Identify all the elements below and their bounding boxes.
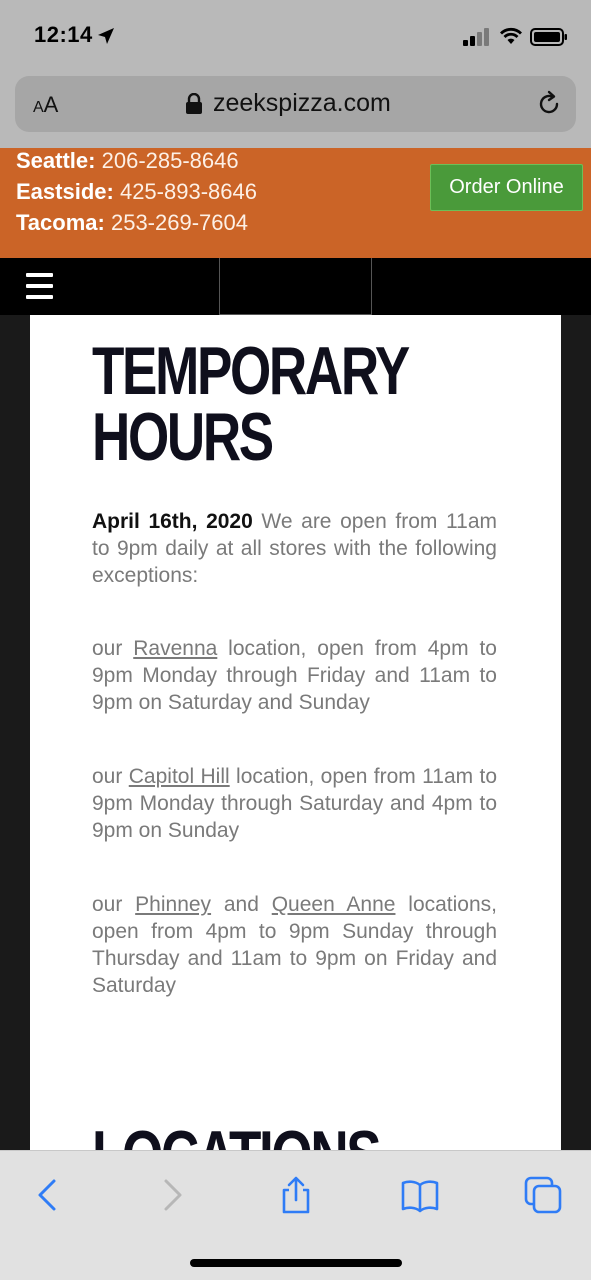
bookmarks-icon[interactable] bbox=[400, 1175, 440, 1215]
text: our bbox=[92, 765, 129, 788]
page-title-line1: TEMPORARY bbox=[92, 333, 410, 409]
phone-number[interactable]: 425-893-8646 bbox=[120, 179, 257, 204]
location-arrow-icon bbox=[98, 28, 114, 44]
city-label: Eastside: bbox=[16, 179, 114, 204]
tabs-icon[interactable] bbox=[523, 1175, 563, 1215]
phone-number[interactable]: 206-285-8646 bbox=[102, 148, 239, 173]
ravenna-hours: our Ravenna location, open from 4pm to 9… bbox=[92, 635, 497, 716]
contact-header: Seattle: 206-285-8646 Eastside: 425-893-… bbox=[0, 148, 591, 258]
ravenna-link[interactable]: Ravenna bbox=[133, 637, 217, 660]
text: our bbox=[92, 893, 136, 916]
eastside-phone[interactable]: Eastside: 425-893-8646 bbox=[16, 179, 257, 205]
phinney-queen-anne-hours: our Phinney and Queen Anne locations, op… bbox=[92, 891, 497, 999]
nav-bar bbox=[0, 258, 591, 315]
city-label: Tacoma: bbox=[16, 210, 105, 235]
capitol-hill-hours: our Capitol Hill location, open from 11a… bbox=[92, 763, 497, 844]
tacoma-phone[interactable]: Tacoma: 253-269-7604 bbox=[16, 210, 248, 236]
capitol-hill-link[interactable]: Capitol Hill bbox=[129, 765, 230, 788]
status-time: 12:14 bbox=[34, 22, 93, 47]
text: and bbox=[211, 893, 272, 916]
intro-paragraph: April 16th, 2020 We are open from 11am t… bbox=[92, 508, 497, 589]
forward-icon[interactable] bbox=[152, 1175, 192, 1215]
page-title-line2: HOURS bbox=[92, 399, 274, 475]
seattle-phone[interactable]: Seattle: 206-285-8646 bbox=[16, 148, 239, 174]
url-text[interactable]: zeekspizza.com bbox=[213, 89, 391, 118]
status-bar: 12:14 bbox=[0, 0, 591, 68]
nav-logo-slot[interactable] bbox=[219, 258, 372, 315]
phone-number[interactable]: 253-269-7604 bbox=[111, 210, 248, 235]
text: our bbox=[92, 637, 134, 660]
back-icon[interactable] bbox=[28, 1175, 68, 1215]
wifi-icon bbox=[500, 27, 522, 44]
phinney-link[interactable]: Phinney bbox=[135, 893, 211, 916]
menu-icon[interactable] bbox=[26, 273, 53, 299]
home-indicator[interactable] bbox=[190, 1259, 402, 1267]
cellular-signal-icon bbox=[463, 28, 489, 46]
queen-anne-link[interactable]: Queen Anne bbox=[272, 893, 396, 916]
reader-text-size-button[interactable]: AA bbox=[33, 92, 58, 118]
battery-icon bbox=[530, 28, 567, 46]
browser-chrome: 12:14 AA zeekspizza.com bbox=[0, 0, 591, 148]
share-icon[interactable] bbox=[276, 1175, 316, 1215]
reload-icon[interactable] bbox=[535, 90, 563, 118]
content-card: TEMPORARY HOURS April 16th, 2020 We are … bbox=[30, 315, 561, 1150]
order-online-button[interactable]: Order Online bbox=[430, 164, 583, 211]
intro-date: April 16th, 2020 bbox=[92, 510, 253, 533]
address-bar[interactable]: AA zeekspizza.com bbox=[15, 76, 576, 132]
locations-heading: LOCATIONS bbox=[92, 1121, 382, 1150]
city-label: Seattle: bbox=[16, 148, 96, 173]
lock-icon bbox=[186, 93, 202, 114]
